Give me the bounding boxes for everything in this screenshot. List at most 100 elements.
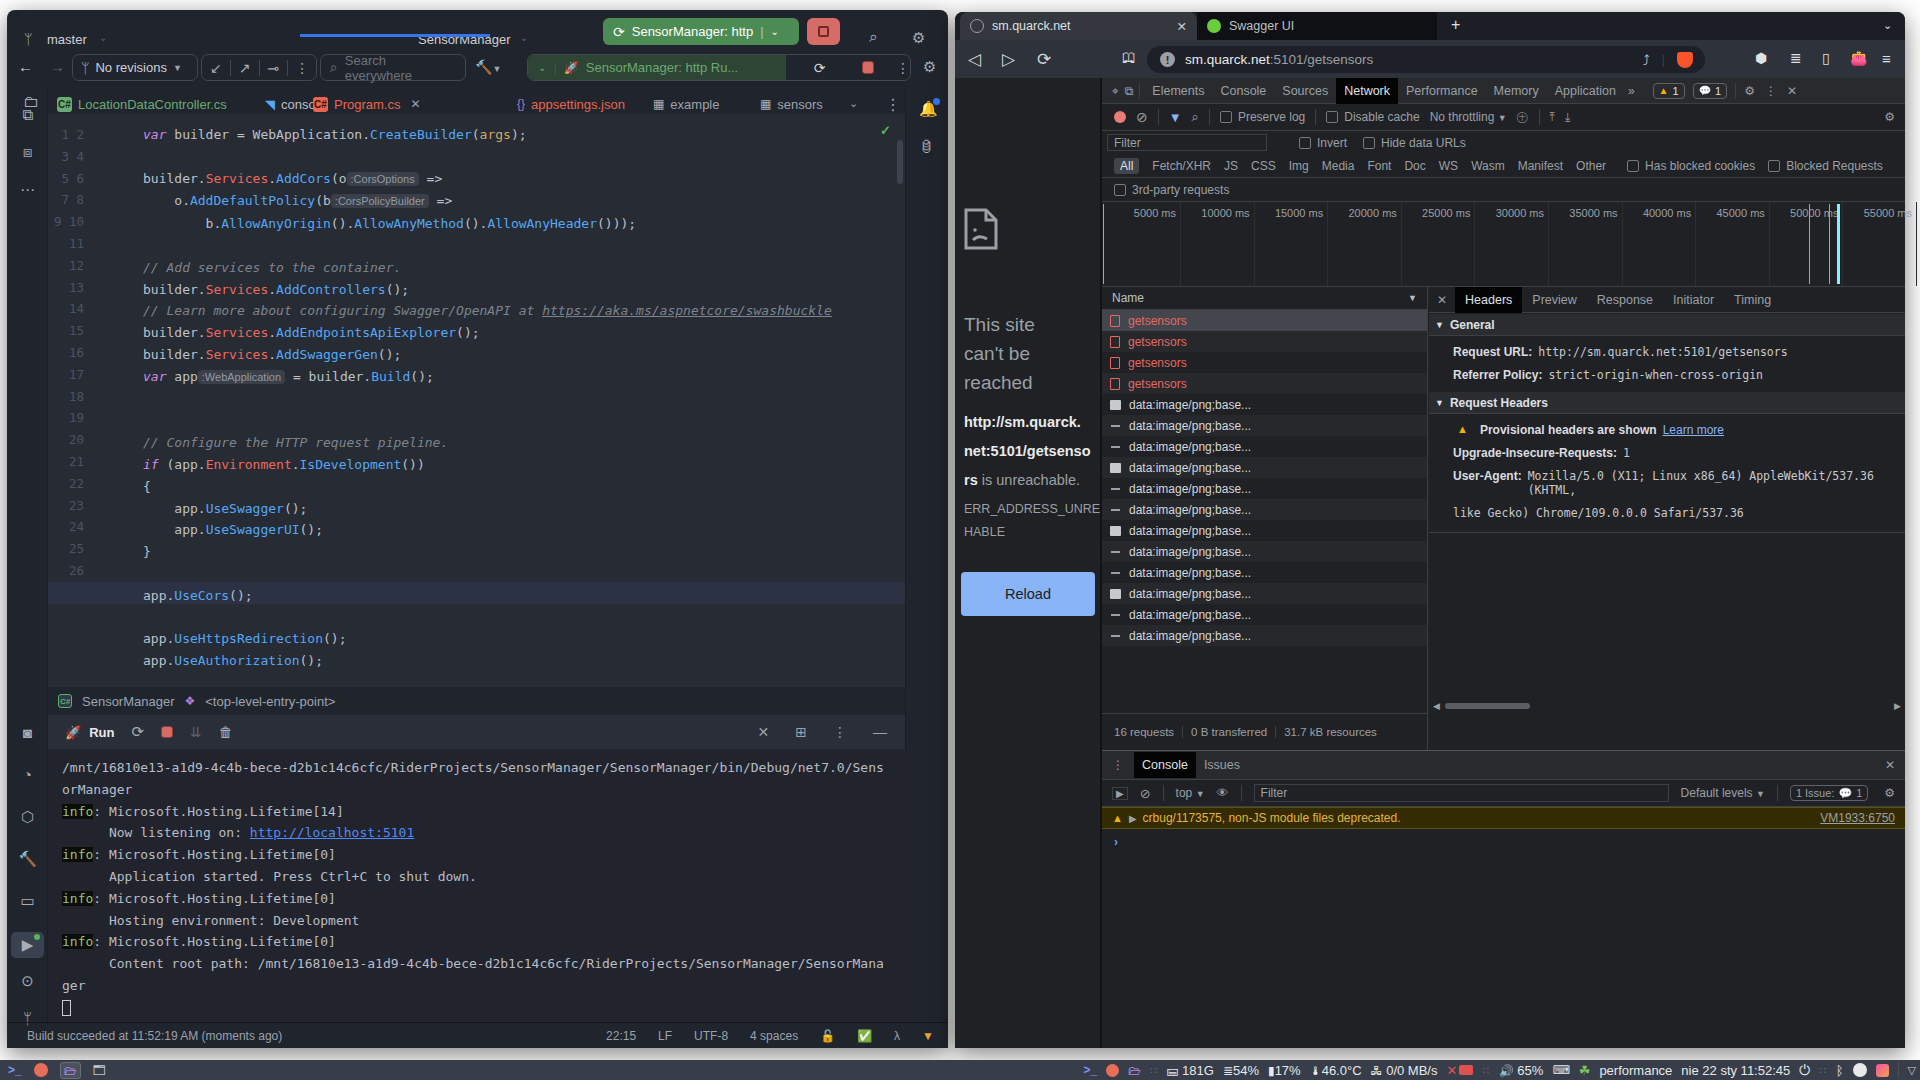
- net-settings-gear-icon[interactable]: ⚙: [1884, 110, 1895, 124]
- lambda-icon[interactable]: λ: [894, 1029, 900, 1043]
- vcs-widget[interactable]: ᛘNo revisions▼: [72, 54, 198, 81]
- clear-trash-icon[interactable]: 🗑: [219, 724, 233, 740]
- console-tab[interactable]: Console: [1134, 752, 1196, 778]
- branch-selector[interactable]: master: [47, 32, 87, 47]
- breadcrumb-project[interactable]: SensorManager: [82, 694, 175, 709]
- close-detail-icon[interactable]: ✕: [1437, 293, 1447, 307]
- filter-chip-css[interactable]: CSS: [1251, 159, 1276, 173]
- export-har-icon[interactable]: ⤓: [1565, 110, 1570, 124]
- network-request-row[interactable]: data:image/png;base...: [1102, 457, 1427, 478]
- playlist-icon[interactable]: ≣: [1790, 50, 1802, 66]
- filter-chip-fetch/xhr[interactable]: Fetch/XHR: [1152, 159, 1211, 173]
- network-request-row[interactable]: data:image/png;base...: [1102, 520, 1427, 541]
- search-everywhere-box[interactable]: ⌕Search everywhere: [320, 54, 466, 81]
- issue-chip[interactable]: 1 Issue:💬1: [1790, 785, 1868, 801]
- drawer-more-icon[interactable]: ⋮: [1112, 758, 1124, 772]
- build-hammer-button[interactable]: 🔨▼: [475, 58, 501, 76]
- network-conditions-icon[interactable]: ㊉: [1517, 109, 1529, 126]
- files-icon[interactable]: 🗁: [60, 1062, 81, 1079]
- filter-chip-js[interactable]: JS: [1224, 159, 1238, 173]
- notes-icon[interactable]: 🗔: [93, 1063, 106, 1078]
- context-select[interactable]: top ▼: [1176, 786, 1205, 800]
- devtools-more-icon[interactable]: ⋮: [1765, 84, 1777, 98]
- nav-back-icon[interactable]: ←: [18, 58, 33, 75]
- network-request-row[interactable]: getsensors: [1102, 352, 1427, 373]
- inspections-ok-icon[interactable]: ✓: [880, 123, 891, 138]
- show-desktop-icon[interactable]: ▽: [1908, 1064, 1916, 1077]
- tab-list-chevron-icon[interactable]: ⌄: [1883, 19, 1892, 32]
- devtools-tab-application[interactable]: Application: [1547, 78, 1624, 104]
- terminal-icon[interactable]: >_: [1083, 1063, 1097, 1077]
- caret-position[interactable]: 22:15: [606, 1029, 636, 1043]
- learn-more-link[interactable]: Learn more: [1663, 423, 1724, 437]
- warnings-badge[interactable]: ▲1: [1653, 83, 1685, 99]
- terminal-icon[interactable]: ▭: [7, 892, 48, 910]
- memory-usage[interactable]: ≣54%: [1223, 1063, 1259, 1078]
- database-icon[interactable]: 🛢: [919, 138, 934, 155]
- profiler-icon[interactable]: ◔: [7, 766, 48, 783]
- detail-tab-preview[interactable]: Preview: [1522, 287, 1586, 313]
- filter-chip-other[interactable]: Other: [1576, 159, 1606, 173]
- reload-icon[interactable]: ⟳: [1037, 49, 1051, 70]
- console-settings-icon[interactable]: ⚙: [1884, 786, 1895, 800]
- cpu-usage[interactable]: ▮17%: [1268, 1063, 1301, 1078]
- sidebar-icon[interactable]: ▯: [1822, 50, 1830, 66]
- run-anything-icon[interactable]: ⬡: [7, 808, 48, 826]
- console-link[interactable]: http://localhost:5101: [250, 825, 414, 840]
- preserve-log-checkbox[interactable]: [1220, 111, 1232, 123]
- network-request-row[interactable]: data:image/png;base...: [1102, 499, 1427, 520]
- leaf-icon[interactable]: ☘: [1579, 1063, 1591, 1078]
- build-tool-icon[interactable]: 🔨: [7, 850, 48, 868]
- run-tool-icon[interactable]: ▶: [11, 932, 44, 958]
- firefox-icon[interactable]: [1106, 1064, 1119, 1077]
- detail-tab-timing[interactable]: Timing: [1724, 287, 1781, 313]
- nav-forward-icon[interactable]: →: [50, 58, 65, 75]
- project-view-icon[interactable]: ⧉: [7, 106, 48, 124]
- issues-tab[interactable]: Issues: [1196, 752, 1248, 778]
- vcs-more-icon[interactable]: ⋮: [287, 60, 316, 76]
- detail-tab-response[interactable]: Response: [1587, 287, 1663, 313]
- line-ending[interactable]: LF: [658, 1029, 672, 1043]
- invert-checkbox[interactable]: [1299, 137, 1311, 149]
- hide-data-urls-checkbox[interactable]: [1363, 137, 1375, 149]
- network-request-row[interactable]: data:image/png;base...: [1102, 541, 1427, 562]
- folder-icon[interactable]: 🗁: [1128, 1063, 1141, 1078]
- clear-icon[interactable]: ⊘: [1136, 109, 1148, 125]
- forward-icon[interactable]: ▷: [1002, 49, 1015, 70]
- share-icon[interactable]: ⤴: [1642, 52, 1649, 68]
- search-icon[interactable]: ⌕: [1192, 109, 1199, 125]
- filter-chip-manifest[interactable]: Manifest: [1518, 159, 1563, 173]
- levels-select[interactable]: Default levels ▼: [1681, 786, 1765, 800]
- run-widget-config[interactable]: ⌄ | 🚀 SensorManager: http Ru...: [528, 55, 786, 80]
- devtools-tab-elements[interactable]: Elements: [1144, 78, 1212, 104]
- devtools-tab-memory[interactable]: Memory: [1486, 78, 1547, 104]
- filter-chip-ws[interactable]: WS: [1439, 159, 1458, 173]
- import-har-icon[interactable]: ⤒: [1550, 110, 1555, 124]
- filter-chip-wasm[interactable]: Wasm: [1471, 159, 1505, 173]
- tabs-dropdown-icon[interactable]: ⌄: [849, 97, 858, 110]
- inspect-icon[interactable]: ⌖: [1112, 84, 1119, 98]
- console-warning-row[interactable]: ▲ ▶ crbug/1173575, non-JS module files d…: [1102, 807, 1905, 829]
- network-request-row[interactable]: data:image/png;base...: [1102, 604, 1427, 625]
- commit-icon[interactable]: ⊸: [259, 60, 288, 76]
- volume[interactable]: 🔊 65%: [1499, 1063, 1544, 1078]
- name-column-header[interactable]: Name▼: [1102, 287, 1427, 310]
- notifications-bell-icon[interactable]: 🔔: [919, 100, 938, 118]
- settings-gear-icon[interactable]: ⚙: [912, 29, 925, 47]
- filter-chip-font[interactable]: Font: [1367, 159, 1391, 173]
- more-icon[interactable]: ⋮: [833, 724, 847, 740]
- detail-tab-headers[interactable]: Headers: [1455, 287, 1522, 313]
- layout-icon[interactable]: ⊞: [795, 724, 807, 740]
- network-request-row[interactable]: data:image/png;base...: [1102, 415, 1427, 436]
- breadcrumb-entry[interactable]: <top-level-entry-point>: [205, 694, 335, 709]
- console-prompt-chevron[interactable]: ›: [1114, 835, 1118, 849]
- has-blocked-cookies-checkbox[interactable]: [1627, 160, 1639, 172]
- bluetooth-icon[interactable]: ᛒ: [1836, 1063, 1844, 1078]
- stop-button[interactable]: [807, 18, 840, 45]
- close-icon[interactable]: ✕: [1177, 19, 1187, 34]
- extensions-puzzle-icon[interactable]: ⬢: [1755, 50, 1767, 66]
- bookmark-icon[interactable]: 🕮: [1122, 49, 1136, 65]
- discord-icon[interactable]: [1853, 1063, 1867, 1077]
- stop-icon[interactable]: [161, 726, 173, 738]
- request-headers-section-header[interactable]: ▼Request Headers: [1429, 392, 1905, 414]
